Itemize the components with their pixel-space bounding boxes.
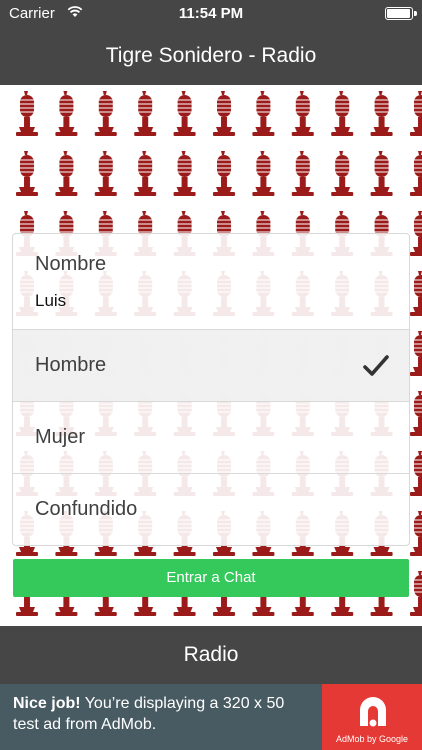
option-label: Hombre [35, 354, 107, 376]
tab-radio[interactable]: Radio [0, 643, 422, 667]
admob-tile[interactable]: AdMob by Google [322, 684, 422, 750]
battery-icon [385, 7, 417, 20]
name-input[interactable] [35, 289, 395, 313]
option-label: Mujer [35, 426, 86, 448]
battery-fill [387, 9, 410, 18]
name-row: Nombre [13, 234, 409, 329]
status-bar: Carrier 11:54 PM [0, 0, 422, 28]
ad-headline: Nice job! [13, 695, 81, 712]
content-area: Nombre Hombre Mujer Confundido Entrar a … [0, 85, 422, 626]
admob-caption: AdMob by Google [335, 734, 409, 744]
enter-chat-button[interactable]: Entrar a Chat [13, 559, 409, 597]
option-hombre[interactable]: Hombre [13, 329, 409, 401]
navigation-bar: Tigre Sonidero - Radio [0, 28, 422, 85]
status-time: 11:54 PM [178, 5, 244, 22]
option-confundido[interactable]: Confundido [13, 473, 409, 545]
admob-logo-icon [360, 697, 386, 727]
tab-bar: Radio [0, 626, 422, 684]
option-mujer[interactable]: Mujer [13, 401, 409, 473]
page-title: Tigre Sonidero - Radio [105, 44, 317, 67]
option-label: Confundido [35, 498, 138, 520]
name-label: Nombre [35, 253, 107, 275]
ad-banner[interactable]: Nice job! You’re displaying a 320 x 50 t… [0, 684, 422, 750]
checkmark-icon [363, 355, 389, 376]
registration-form: Nombre Hombre Mujer Confundido [12, 233, 410, 546]
battery-nub [414, 11, 417, 16]
ad-text: Nice job! You’re displaying a 320 x 50 t… [13, 693, 313, 735]
